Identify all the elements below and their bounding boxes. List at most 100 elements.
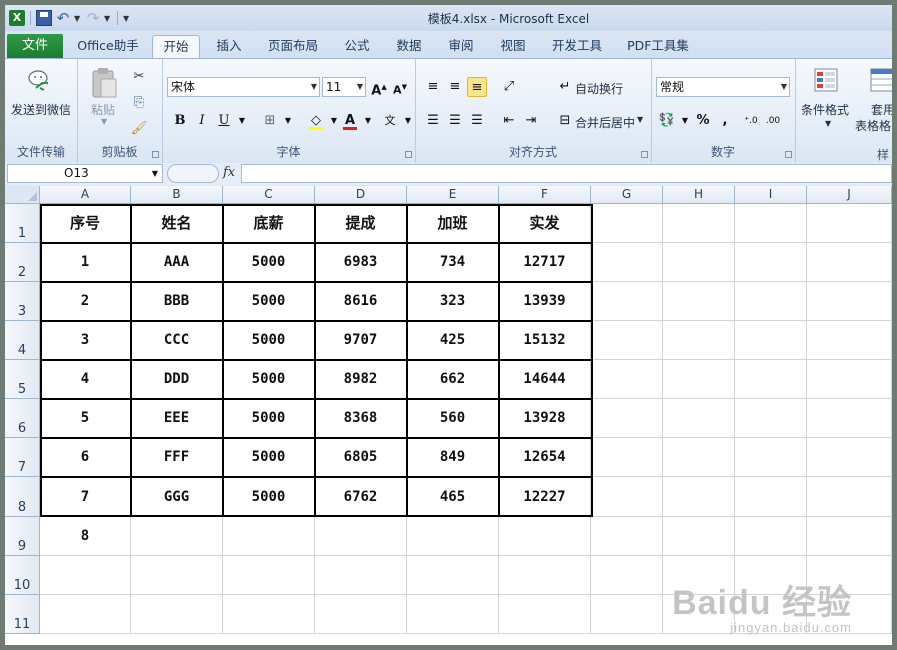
align-bottom-icon[interactable]: ≡ — [467, 77, 487, 97]
tab-page-layout[interactable]: 页面布局 — [261, 35, 325, 58]
bold-button[interactable]: B — [170, 111, 190, 131]
decrease-decimal-icon[interactable]: .00 — [763, 111, 783, 131]
chevron-down-icon[interactable]: ▼ — [152, 165, 158, 182]
dialog-launcher-icon[interactable] — [641, 151, 648, 158]
cell-F3[interactable]: 13939 — [499, 282, 591, 321]
cell-I5[interactable] — [735, 360, 807, 399]
increase-decimal-icon[interactable]: ⁺.0 — [741, 111, 761, 131]
dialog-launcher-icon[interactable] — [405, 151, 412, 158]
cell-C7[interactable]: 5000 — [223, 438, 315, 477]
align-middle-icon[interactable]: ≡ — [445, 77, 465, 97]
cell-E5[interactable]: 662 — [407, 360, 499, 399]
cell-J7[interactable] — [807, 438, 892, 477]
column-header-D[interactable]: D — [315, 186, 407, 204]
cell-A3[interactable]: 2 — [40, 282, 131, 321]
row-header-2[interactable]: 2 — [5, 243, 40, 282]
table-format-icon[interactable] — [869, 67, 892, 95]
cell-H8[interactable] — [663, 477, 735, 517]
cell-F7[interactable]: 12654 — [499, 438, 591, 477]
row-header-5[interactable]: 5 — [5, 360, 40, 399]
insert-function-icon[interactable]: fx — [223, 165, 235, 180]
cell-H5[interactable] — [663, 360, 735, 399]
cell-A4[interactable]: 3 — [40, 321, 131, 360]
cell-A6[interactable]: 5 — [40, 399, 131, 438]
row-header-1[interactable]: 1 — [5, 204, 40, 243]
cell-F1[interactable]: 实发 — [499, 204, 591, 243]
cell-F11[interactable] — [499, 595, 591, 634]
worksheet-grid[interactable]: A B C D E F G H I J 1 2 3 4 5 6 7 8 9 10 11 序号 姓名 底薪 提成 加班 实发 1 AAA 5… — [5, 186, 892, 645]
cell-J6[interactable] — [807, 399, 892, 438]
cell-B11[interactable] — [131, 595, 223, 634]
underline-button[interactable]: U — [214, 111, 234, 131]
cell-F6[interactable]: 13928 — [499, 399, 591, 438]
currency-icon[interactable]: 💱 — [657, 111, 677, 131]
cell-J1[interactable] — [807, 204, 892, 243]
orientation-icon[interactable]: ⤢ — [499, 77, 519, 97]
merge-center-icon[interactable]: ⊟ — [555, 111, 575, 131]
table-format-button[interactable]: 套用 — [871, 101, 892, 118]
cell-J8[interactable] — [807, 477, 892, 517]
tab-file[interactable]: 文件 — [7, 34, 63, 58]
chevron-down-icon[interactable]: ▼ — [278, 111, 298, 131]
cell-C11[interactable] — [223, 595, 315, 634]
tab-office-assistant[interactable]: Office助手 — [71, 35, 145, 58]
cell-I4[interactable] — [735, 321, 807, 360]
cell-B5[interactable]: DDD — [131, 360, 223, 399]
decrease-indent-icon[interactable]: ⇤ — [499, 111, 519, 131]
format-painter-icon[interactable]: 🖌 — [129, 119, 149, 139]
phonetic-guide-icon[interactable]: 文 — [380, 111, 400, 131]
cell-I2[interactable] — [735, 243, 807, 282]
cell-E1[interactable]: 加班 — [407, 204, 499, 243]
cell-B1[interactable]: 姓名 — [131, 204, 223, 243]
cell-G6[interactable] — [591, 399, 663, 438]
cell-J4[interactable] — [807, 321, 892, 360]
cell-C10[interactable] — [223, 556, 315, 595]
cell-E7[interactable]: 849 — [407, 438, 499, 477]
cell-B7[interactable]: FFF — [131, 438, 223, 477]
formula-input[interactable] — [241, 164, 892, 183]
cell-D4[interactable]: 9707 — [315, 321, 407, 360]
send-to-wechat-button[interactable]: 发送到微信 — [11, 101, 71, 118]
row-header-4[interactable]: 4 — [5, 321, 40, 360]
cell-G10[interactable] — [591, 556, 663, 595]
chevron-down-icon[interactable]: ▼ — [637, 115, 643, 124]
number-format-combo[interactable]: 常规 ▼ — [656, 77, 790, 97]
cell-A10[interactable] — [40, 556, 131, 595]
cell-F8[interactable]: 12227 — [499, 477, 591, 517]
cell-D1[interactable]: 提成 — [315, 204, 407, 243]
cell-C5[interactable]: 5000 — [223, 360, 315, 399]
row-header-9[interactable]: 9 — [5, 517, 40, 556]
row-header-11[interactable]: 11 — [5, 595, 40, 634]
paste-icon[interactable] — [90, 67, 118, 99]
cell-D11[interactable] — [315, 595, 407, 634]
cut-icon[interactable]: ✂ — [129, 67, 149, 87]
dialog-launcher-icon[interactable] — [785, 151, 792, 158]
conditional-format-button[interactable]: 条件格式 — [801, 101, 849, 118]
align-right-icon[interactable]: ☰ — [467, 111, 487, 131]
wechat-icon[interactable] — [27, 69, 53, 91]
chevron-down-icon[interactable]: ▼ — [232, 111, 252, 131]
cell-G1[interactable] — [591, 204, 663, 243]
copy-icon[interactable]: ⎘ — [129, 93, 149, 113]
align-top-icon[interactable]: ≡ — [423, 77, 443, 97]
font-name-combo[interactable]: 宋体 ▼ — [167, 77, 320, 97]
cell-D6[interactable]: 8368 — [315, 399, 407, 438]
cell-A9[interactable]: 8 — [40, 517, 131, 556]
cell-I8[interactable] — [735, 477, 807, 517]
cell-B4[interactable]: CCC — [131, 321, 223, 360]
cell-F5[interactable]: 14644 — [499, 360, 591, 399]
fill-color-icon[interactable]: ◇ — [306, 111, 326, 131]
cell-A5[interactable]: 4 — [40, 360, 131, 399]
cell-J9[interactable] — [807, 517, 892, 556]
cell-D9[interactable] — [315, 517, 407, 556]
cell-D7[interactable]: 6805 — [315, 438, 407, 477]
font-color-icon[interactable]: A — [340, 111, 360, 131]
cell-A8[interactable]: 7 — [40, 477, 131, 517]
cell-H6[interactable] — [663, 399, 735, 438]
tab-pdf-tools[interactable]: PDF工具集 — [621, 35, 695, 58]
cell-E9[interactable] — [407, 517, 499, 556]
cell-C8[interactable]: 5000 — [223, 477, 315, 517]
cell-H1[interactable] — [663, 204, 735, 243]
cell-A2[interactable]: 1 — [40, 243, 131, 282]
cell-G2[interactable] — [591, 243, 663, 282]
